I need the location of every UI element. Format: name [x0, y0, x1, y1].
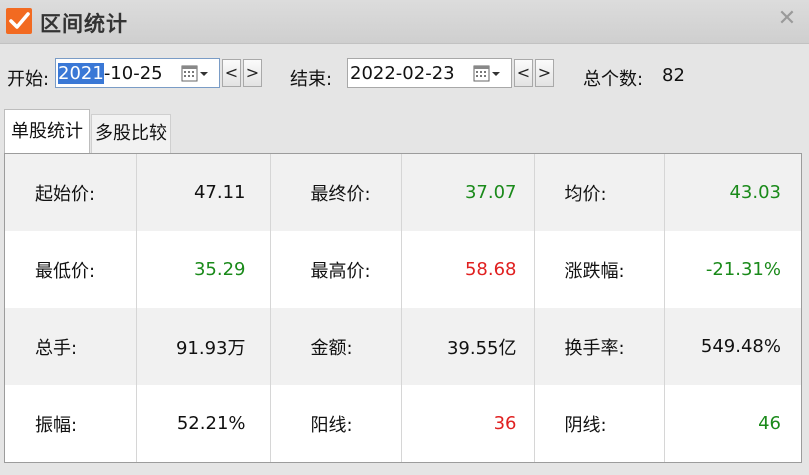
- stat-value: 39.55亿: [401, 308, 535, 385]
- end-prev-button[interactable]: <: [514, 59, 533, 87]
- stat-value: 35.29: [136, 231, 271, 308]
- stat-label: 最高价:: [270, 231, 402, 308]
- start-date-year-selected: 2021: [58, 63, 104, 84]
- stat-value: 36: [401, 385, 535, 462]
- stat-label: 阳线:: [270, 385, 402, 462]
- stat-value: 43.03: [664, 154, 801, 231]
- stat-label: 最低价:: [5, 231, 137, 308]
- stat-label: 最终价:: [270, 154, 402, 231]
- start-date-rest: -10-25: [103, 63, 163, 84]
- end-next-button[interactable]: >: [535, 59, 554, 87]
- stat-value: 47.11: [136, 154, 271, 231]
- tab-single-stock-stats[interactable]: 单股统计: [4, 109, 90, 153]
- stat-value: 549.48%: [664, 308, 801, 385]
- stats-row: 起始价: 47.11 最终价: 37.07 均价: 43.03: [5, 154, 801, 231]
- end-label: 结束:: [290, 69, 333, 90]
- stats-row: 最低价: 35.29 最高价: 58.68 涨跌幅: -21.31%: [5, 231, 801, 308]
- start-next-button[interactable]: >: [243, 59, 262, 87]
- stat-label: 金额:: [270, 308, 402, 385]
- stats-row: 总手: 91.93万 金额: 39.55亿 换手率: 549.48%: [5, 308, 801, 385]
- date-range-toolbar: 开始: 2021-10-25 < > 结束: 2022-02-23 < > 总个…: [0, 56, 809, 92]
- stat-label: 总手:: [5, 308, 137, 385]
- calendar-dropdown-icon[interactable]: [473, 65, 505, 83]
- stat-label: 起始价:: [5, 154, 137, 231]
- stat-label: 均价:: [534, 154, 665, 231]
- checkmark-icon: [6, 8, 32, 34]
- stat-value: -21.31%: [664, 231, 801, 308]
- calendar-dropdown-icon[interactable]: [181, 65, 213, 83]
- stats-table: 起始价: 47.11 最终价: 37.07 均价: 43.03 最低价: 35.29 最高价: 5…: [5, 154, 801, 462]
- window-bottom-edge: [0, 463, 809, 475]
- stat-label: 振幅:: [5, 385, 137, 462]
- tab-multi-stock-compare[interactable]: 多股比较: [91, 114, 171, 153]
- stat-value: 37.07: [401, 154, 535, 231]
- stat-value: 91.93万: [136, 308, 271, 385]
- stat-value: 52.21%: [136, 385, 271, 462]
- total-count-value: 82: [662, 65, 685, 86]
- stat-label: 阴线:: [534, 385, 665, 462]
- start-date-picker[interactable]: 2021-10-25: [55, 58, 220, 88]
- end-date-picker[interactable]: 2022-02-23: [347, 58, 512, 88]
- total-count-label: 总个数:: [583, 69, 644, 90]
- interval-stats-window: 区间统计 ✕ 开始: 2021-10-25 < > 结束: 2022-02-23: [0, 0, 809, 475]
- start-label: 开始:: [7, 69, 50, 90]
- end-date-value[interactable]: 2022-02-23: [350, 63, 455, 84]
- stat-label: 涨跌幅:: [534, 231, 665, 308]
- close-button[interactable]: ✕: [775, 7, 799, 31]
- close-icon: ✕: [777, 6, 797, 31]
- stat-label: 换手率:: [534, 308, 665, 385]
- stat-value: 58.68: [401, 231, 535, 308]
- stats-row: 振幅: 52.21% 阳线: 36 阴线: 46: [5, 385, 801, 462]
- start-date-value[interactable]: 2021-10-25: [58, 63, 163, 84]
- start-prev-button[interactable]: <: [222, 59, 241, 87]
- stats-grid: 起始价: 47.11 最终价: 37.07 均价: 43.03 最低价: 35.29 最高价: 5…: [4, 153, 802, 463]
- window-title: 区间统计: [40, 12, 128, 36]
- title-bar[interactable]: 区间统计 ✕: [0, 0, 809, 44]
- stat-value: 46: [664, 385, 801, 462]
